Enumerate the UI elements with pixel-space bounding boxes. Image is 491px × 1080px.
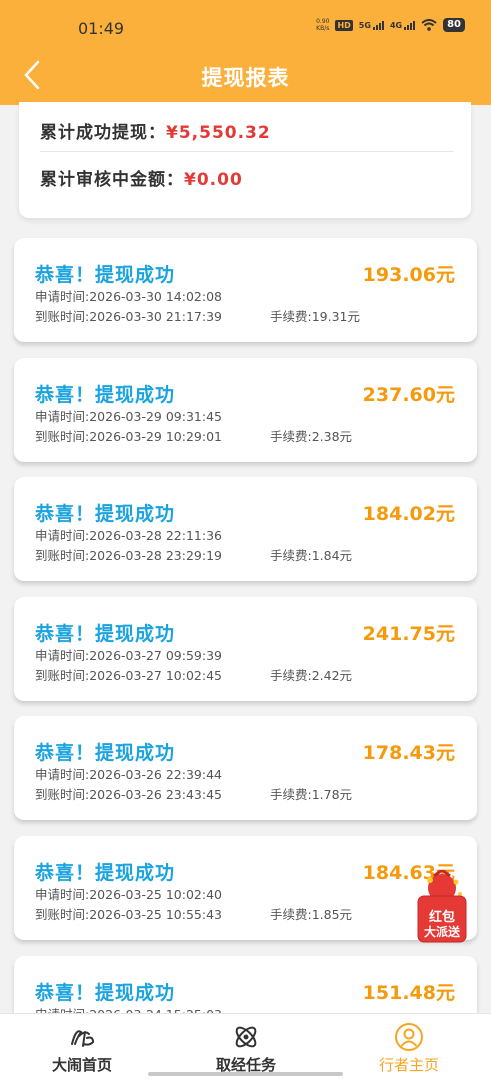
hd-icon: HD — [335, 19, 353, 31]
record-amount: 241.75元 — [362, 623, 455, 645]
status-time: 01:49 — [78, 19, 125, 38]
withdraw-record[interactable]: 恭喜！提现成功 184.02元 申请时间:2026-03-28 22:11:36… — [14, 477, 477, 581]
status-icons: 0.90 KB/s HD 5G 4G 80 — [316, 18, 465, 32]
record-apply-time: 申请时间:2026-03-26 22:39:44 — [35, 767, 222, 782]
status-bar: 01:49 0.90 KB/s HD 5G 4G 80 — [0, 0, 491, 50]
record-title: 恭喜！提现成功 — [35, 862, 176, 884]
record-apply-time: 申请时间:2026-03-30 14:02:08 — [35, 289, 222, 304]
record-apply-time: 申请时间:2026-03-27 09:59:39 — [35, 648, 222, 663]
atom-icon — [235, 1026, 257, 1048]
total-pending-value: ¥0.00 — [184, 170, 243, 190]
wifi-icon — [421, 19, 437, 31]
tab-profile-label: 行者主页 — [378, 1056, 439, 1074]
record-title: 恭喜！提现成功 — [35, 623, 176, 645]
tab-profile[interactable]: 行者主页 — [347, 1014, 471, 1080]
record-fee: 手续费:19.31元 — [270, 309, 360, 324]
total-success-label: 累计成功提现： — [40, 123, 166, 143]
record-title: 恭喜！提现成功 — [35, 264, 176, 286]
record-fee: 手续费:1.84元 — [270, 548, 353, 563]
withdraw-record[interactable]: 恭喜！提现成功 237.60元 申请时间:2026-03-29 09:31:45… — [14, 358, 477, 462]
record-amount: 237.60元 — [362, 384, 455, 406]
calligraphy-logo-icon — [71, 1030, 95, 1047]
total-pending-label: 累计审核中金额： — [40, 170, 184, 190]
record-amount: 184.02元 — [362, 503, 455, 525]
withdraw-record[interactable]: 恭喜！提现成功 184.63元 申请时间:2026-03-25 10:02:40… — [14, 836, 477, 940]
record-fee: 手续费:2.38元 — [270, 429, 353, 444]
summary-card: 累计成功提现：¥5,550.32 累计审核中金额：¥0.00 — [19, 102, 471, 218]
home-indicator[interactable] — [148, 1072, 343, 1076]
record-amount: 178.43元 — [362, 742, 455, 764]
battery-icon: 80 — [443, 18, 465, 32]
bottom-nav: 大闹首页 取经任务 行者主页 — [0, 1013, 491, 1080]
red-packet-line2: 大派送 — [423, 925, 460, 939]
net-speed: 0.90 KB/s — [316, 18, 330, 32]
record-title: 恭喜！提现成功 — [35, 982, 176, 1004]
page-title: 提现报表 — [201, 66, 290, 90]
total-pending-row: 累计审核中金额：¥0.00 — [40, 165, 243, 190]
record-title: 恭喜！提现成功 — [35, 503, 176, 525]
signal-4g-icon: 4G — [390, 20, 416, 30]
red-packet-float-button[interactable]: 红包 大派送 — [412, 868, 472, 946]
record-title: 恭喜！提现成功 — [35, 384, 176, 406]
record-apply-time: 申请时间:2026-03-29 09:31:45 — [35, 409, 222, 424]
signal-5g-icon: 5G — [359, 20, 384, 30]
withdraw-record[interactable]: 恭喜！提现成功 193.06元 申请时间:2026-03-30 14:02:08… — [14, 238, 477, 342]
withdraw-record[interactable]: 恭喜！提现成功 178.43元 申请时间:2026-03-26 22:39:44… — [14, 716, 477, 820]
divider — [40, 151, 454, 152]
record-amount: 151.48元 — [362, 982, 455, 1004]
record-apply-time: 申请时间:2026-03-25 10:02:40 — [35, 887, 222, 902]
record-apply-time: 申请时间:2026-03-28 22:11:36 — [35, 528, 222, 543]
record-title: 恭喜！提现成功 — [35, 742, 176, 764]
record-arrive-time: 到账时间:2026-03-27 10:02:45 — [35, 668, 222, 683]
tab-home-label: 大闹首页 — [51, 1056, 112, 1074]
record-arrive-time: 到账时间:2026-03-30 21:17:39 — [35, 309, 222, 324]
record-fee: 手续费:1.85元 — [270, 907, 353, 922]
header-bar: 01:49 0.90 KB/s HD 5G 4G 80 提现报表 — [0, 0, 491, 105]
record-amount: 193.06元 — [362, 264, 455, 286]
tab-home[interactable]: 大闹首页 — [20, 1014, 144, 1080]
record-arrive-time: 到账时间:2026-03-25 10:55:43 — [35, 907, 222, 922]
tab-tasks[interactable]: 取经任务 — [184, 1014, 308, 1080]
total-success-value: ¥5,550.32 — [166, 123, 271, 143]
record-arrive-time: 到账时间:2026-03-28 23:29:19 — [35, 548, 222, 563]
user-profile-icon — [395, 1023, 423, 1051]
record-fee: 手续费:2.42元 — [270, 668, 353, 683]
record-fee: 手续费:1.78元 — [270, 787, 353, 802]
record-arrive-time: 到账时间:2026-03-29 10:29:01 — [35, 429, 222, 444]
withdraw-record[interactable]: 恭喜！提现成功 241.75元 申请时间:2026-03-27 09:59:39… — [14, 597, 477, 701]
record-arrive-time: 到账时间:2026-03-26 23:43:45 — [35, 787, 222, 802]
total-success-row: 累计成功提现：¥5,550.32 — [40, 118, 271, 143]
